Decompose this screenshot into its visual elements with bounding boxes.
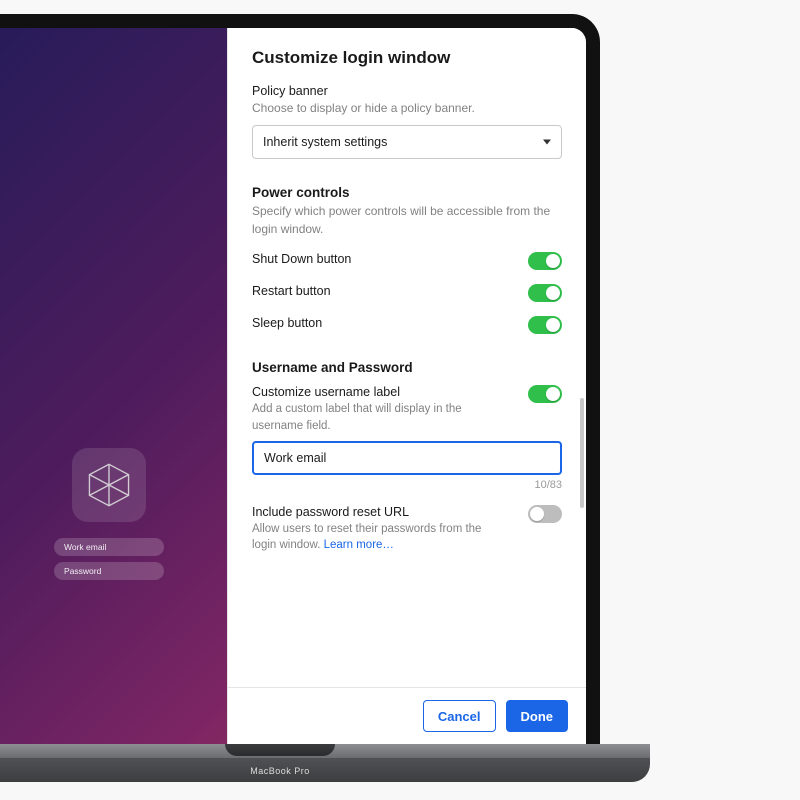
cancel-button[interactable]: Cancel: [423, 700, 496, 732]
custom-username-label: Customize username label: [252, 385, 508, 399]
panel-body: Customize login window Policy banner Cho…: [228, 28, 586, 687]
login-username-field: Work email: [54, 538, 164, 556]
shutdown-row: Shut Down button: [252, 252, 562, 270]
reset-url-toggle[interactable]: [528, 505, 562, 523]
power-controls-title: Power controls: [252, 185, 562, 200]
policy-banner-selected: Inherit system settings: [263, 135, 387, 149]
panel-title: Customize login window: [252, 48, 562, 68]
custom-username-row: Customize username label Add a custom la…: [252, 385, 562, 434]
power-controls-desc: Specify which power controls will be acc…: [252, 203, 562, 238]
macbook-notch: [225, 744, 335, 756]
reset-url-row: Include password reset URL Allow users t…: [252, 505, 562, 554]
shutdown-label: Shut Down button: [252, 252, 508, 266]
custom-username-toggle[interactable]: [528, 385, 562, 403]
reset-url-desc: Allow users to reset their passwords fro…: [252, 521, 508, 554]
policy-banner-desc: Choose to display or hide a policy banne…: [252, 100, 562, 117]
custom-username-desc: Add a custom label that will display in …: [252, 401, 508, 434]
login-password-field: Password: [54, 562, 164, 580]
sleep-toggle[interactable]: [528, 316, 562, 334]
policy-banner-label: Policy banner: [252, 84, 562, 98]
learn-more-link[interactable]: Learn more…: [324, 539, 394, 551]
custom-username-input[interactable]: [252, 441, 562, 475]
macbook-frame: Work email Password Customize login wind…: [0, 14, 600, 744]
sleep-label: Sleep button: [252, 316, 508, 330]
restart-row: Restart button: [252, 284, 562, 302]
login-preview: Work email Password: [29, 448, 189, 586]
settings-panel: Customize login window Policy banner Cho…: [228, 28, 586, 744]
done-button[interactable]: Done: [506, 700, 569, 732]
restart-toggle[interactable]: [528, 284, 562, 302]
done-button-label: Done: [521, 709, 554, 724]
panel-footer: Cancel Done: [228, 687, 586, 744]
screen-bezel: Work email Password Customize login wind…: [0, 14, 600, 744]
reset-url-label: Include password reset URL: [252, 505, 508, 519]
char-count: 10/83: [252, 479, 562, 491]
sleep-row: Sleep button: [252, 316, 562, 334]
desktop-wallpaper: Work email Password Customize login wind…: [0, 28, 586, 744]
shutdown-toggle[interactable]: [528, 252, 562, 270]
cancel-button-label: Cancel: [438, 709, 481, 724]
restart-label: Restart button: [252, 284, 508, 298]
policy-banner-select[interactable]: Inherit system settings: [252, 125, 562, 159]
userpass-title: Username and Password: [252, 360, 562, 375]
macbook-base: MacBook Pro: [0, 744, 650, 782]
avatar-placeholder: [72, 448, 146, 522]
macbook-brand: MacBook Pro: [250, 766, 310, 776]
scrollbar-thumb[interactable]: [580, 398, 584, 508]
cube-wireframe-icon: [86, 462, 132, 508]
caret-down-icon: [543, 140, 551, 145]
